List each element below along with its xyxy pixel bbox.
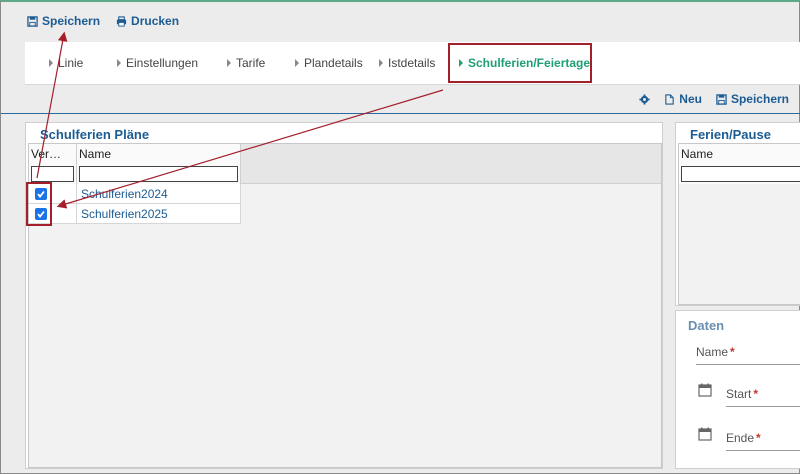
filter-input-version[interactable] <box>31 166 74 182</box>
daten-panel: Daten Name * Start * Ende * <box>675 310 800 469</box>
printer-icon <box>116 15 127 27</box>
panel-title: Ferien/Pause <box>690 127 771 142</box>
section-divider <box>1 113 800 114</box>
tab-label: Linie <box>58 56 84 70</box>
tab-bar: Linie Einstellungen Tarife Plandetails I… <box>25 42 800 84</box>
tab-einstellungen[interactable]: Einstellungen <box>117 42 198 84</box>
tab-plandetails[interactable]: Plandetails <box>295 42 363 84</box>
end-field-label: Ende <box>726 431 755 445</box>
grid-header: Name <box>679 144 800 184</box>
tab-istdetails[interactable]: Istdetails <box>379 42 435 84</box>
floppy-disk-icon <box>27 15 38 27</box>
caret-right-icon <box>117 59 121 67</box>
ferien-pause-panel: Ferien/Pause Name <box>675 122 800 306</box>
floppy-disk-icon <box>716 93 727 105</box>
annotation-highlight-checkboxes <box>26 182 52 226</box>
plans-grid: Ver… Name Schulferien2024 Schulferien202… <box>28 143 662 468</box>
new-button[interactable]: Neu <box>664 92 702 106</box>
top-toolbar: Speichern Drucken <box>27 12 179 30</box>
required-marker: * <box>753 387 759 401</box>
new-button-label: Neu <box>679 92 702 106</box>
calendar-icon[interactable] <box>698 383 712 397</box>
filter-input-name[interactable] <box>79 166 238 182</box>
caret-right-icon <box>295 59 299 67</box>
table-row[interactable]: Schulferien2025 <box>29 204 241 224</box>
required-marker: * <box>730 345 735 359</box>
filter-cell-version <box>29 164 77 184</box>
panel-title: Schulferien Pläne <box>40 127 150 142</box>
caret-right-icon <box>49 59 53 67</box>
save-button-label: Speichern <box>42 14 101 28</box>
row-name[interactable]: Schulferien2024 <box>77 184 241 204</box>
column-header-version[interactable]: Ver… <box>29 144 77 164</box>
column-header-name[interactable]: Name <box>679 144 800 164</box>
ferien-grid: Name <box>678 143 800 305</box>
caret-right-icon <box>227 59 231 67</box>
tab-label: Istdetails <box>388 56 436 70</box>
grid-header: Ver… Name <box>29 144 661 184</box>
tab-tarife[interactable]: Tarife <box>227 42 265 84</box>
required-marker: * <box>756 431 761 445</box>
app-window: Speichern Drucken Linie Einstellungen Ta… <box>0 0 800 474</box>
save-details-button[interactable]: Speichern <box>716 92 789 106</box>
end-date-field[interactable]: Ende * <box>726 431 800 451</box>
daten-title: Daten <box>688 318 725 333</box>
calendar-icon[interactable] <box>698 427 712 441</box>
print-button[interactable]: Drucken <box>116 14 179 28</box>
column-header-name[interactable]: Name <box>77 144 241 164</box>
save-button[interactable]: Speichern <box>27 14 100 28</box>
row-name[interactable]: Schulferien2025 <box>77 204 241 224</box>
filter-cell-name <box>679 164 800 184</box>
action-bar: Neu Speichern <box>639 91 789 107</box>
gear-icon <box>639 93 650 105</box>
filter-input-name[interactable] <box>681 166 800 182</box>
filter-cell-name <box>77 164 241 184</box>
settings-button[interactable] <box>639 93 650 105</box>
save-details-button-label: Speichern <box>730 92 789 106</box>
tab-label: Tarife <box>236 56 266 70</box>
table-row[interactable]: Schulferien2024 <box>29 184 241 204</box>
tab-label: Plandetails <box>304 56 363 70</box>
start-field-label: Start <box>726 387 752 401</box>
start-date-field[interactable]: Start * <box>726 387 800 407</box>
new-document-icon <box>665 93 675 105</box>
tab-label: Einstellungen <box>126 56 199 70</box>
name-field-label: Name <box>696 345 729 359</box>
schulferien-plans-panel: Schulferien Pläne Ver… Name Schulferien2… <box>25 122 663 469</box>
annotation-highlight-tab <box>448 43 592 83</box>
tab-bar-divider <box>25 84 800 85</box>
caret-right-icon <box>379 59 383 67</box>
name-field[interactable]: Name * <box>696 345 800 365</box>
tab-linie[interactable]: Linie <box>49 42 83 84</box>
print-button-label: Drucken <box>131 14 180 28</box>
